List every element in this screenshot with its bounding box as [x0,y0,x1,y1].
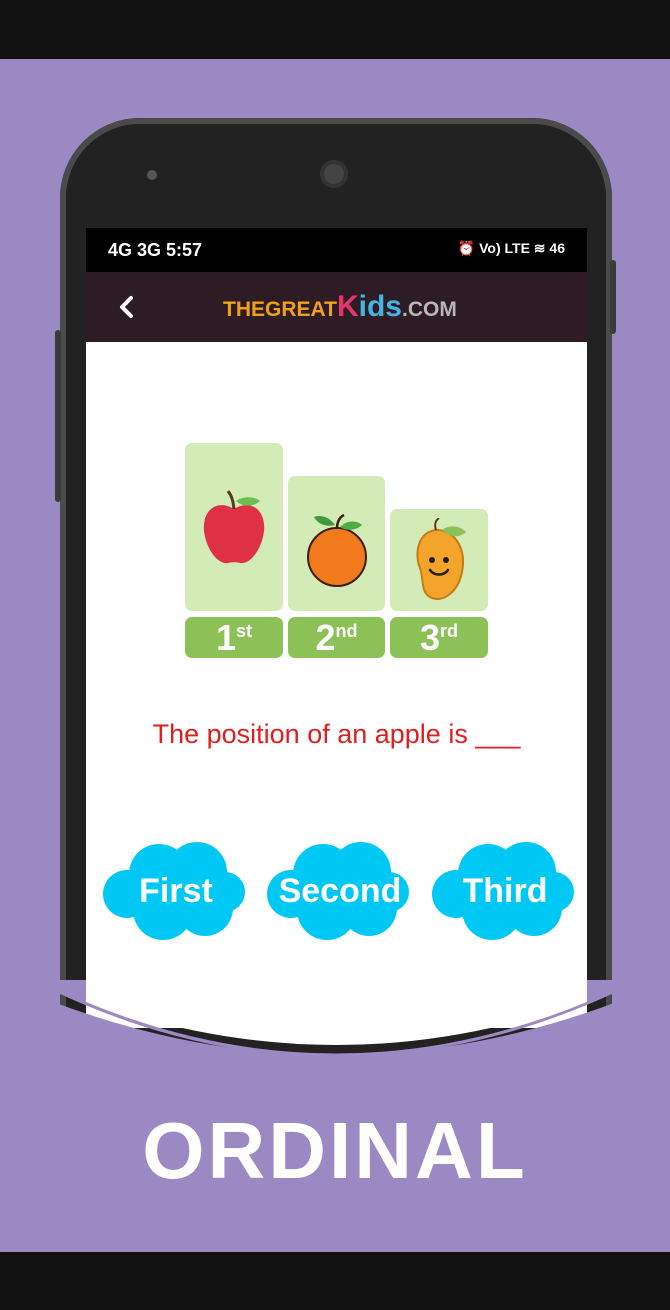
phone-screen: 4G 3G 5:57 ⏰ Vo) LTE ≋ 46 THEGREATKids.C… [86,228,587,1028]
orange-icon [307,513,367,587]
answer-second-button[interactable]: Second [265,842,415,942]
bottom-black-bar [0,1252,670,1310]
mango-icon [416,518,466,600]
rank-suffix-1: st [236,621,253,641]
logo-ids: ids [358,290,402,323]
chevron-left-icon[interactable] [112,292,142,322]
white-bowl [86,1000,587,1045]
logo-k: K [336,290,359,323]
rank-number-1: 1 [215,617,236,658]
page-title: ORDINAL [142,1106,528,1195]
quiz-content: 1st 2nd 3rd The position of an apple is … [86,342,587,1028]
phone-camera [320,160,348,188]
logo-com: .COM [401,298,457,321]
status-right: ⏰ Vo) LTE ≋ 46 [457,240,565,256]
phone-side-button-left [55,330,61,502]
rank-number-3: 3 [419,617,441,658]
rank-label-1: 1st [185,617,283,658]
rank-suffix-2: nd [335,621,358,641]
question-text: The position of an apple is ___ [152,719,521,749]
phone-speaker [147,170,157,180]
rank-label-2: 2nd [288,617,385,658]
top-black-bar [0,0,670,59]
rank-number-2: 2 [315,617,336,658]
answer-third-button[interactable]: Third [430,842,580,942]
logo-part1: THEGREAT [223,298,337,321]
answer-first-label: First [139,872,213,910]
apple-icon [203,490,265,564]
rank-label-3: 3rd [390,617,488,658]
phone-side-button-right [610,260,616,334]
answer-second-label: Second [278,872,402,910]
rank-suffix-3: rd [440,621,459,641]
answer-third-label: Third [462,872,548,910]
site-logo: THEGREATKids.COM [223,290,457,326]
status-bar: 4G 3G 5:57 ⏰ Vo) LTE ≋ 46 [86,228,587,272]
app-header: THEGREATKids.COM [86,272,587,342]
status-left: 4G 3G 5:57 [108,240,203,260]
answer-first-button[interactable]: First [101,842,251,942]
